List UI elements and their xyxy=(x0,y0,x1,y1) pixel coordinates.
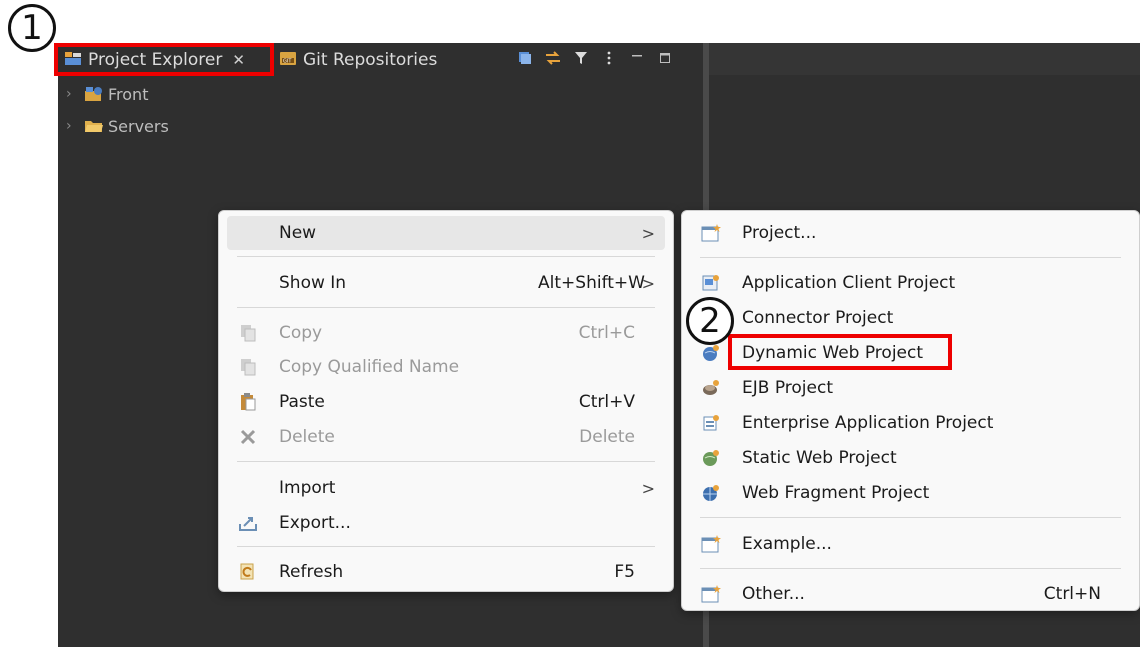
collapse-all-icon[interactable] xyxy=(516,49,534,67)
menu-item-label: Import xyxy=(279,478,336,498)
menu-item-import[interactable]: Import > xyxy=(227,471,665,505)
menu-item-label: New xyxy=(279,223,317,243)
web-project-icon xyxy=(84,86,104,102)
eclipse-workbench: Project Explorer ✕ GIT Git Repositories … xyxy=(0,0,1140,647)
view-toolbar xyxy=(516,47,674,69)
menu-item-label: Web Fragment Project xyxy=(742,483,930,503)
accelerator: Delete xyxy=(579,427,635,447)
menu-item-label: Enterprise Application Project xyxy=(742,413,994,433)
static-web-project-icon xyxy=(700,447,722,469)
menu-item-label: Application Client Project xyxy=(742,273,956,293)
ejb-project-icon xyxy=(700,377,722,399)
submenu-item-ejb-project[interactable]: EJB Project xyxy=(690,371,1131,405)
link-with-editor-icon[interactable] xyxy=(544,49,562,67)
copy-icon xyxy=(237,322,259,344)
accelerator: F5 xyxy=(614,562,635,582)
menu-item-label: Connector Project xyxy=(742,308,894,328)
chevron-right-icon[interactable]: › xyxy=(66,86,84,102)
submenu-item-enterprise-application-project[interactable]: Enterprise Application Project xyxy=(690,406,1131,440)
new-other-icon xyxy=(700,583,722,605)
accelerator: Ctrl+V xyxy=(578,392,635,412)
menu-item-label: Refresh xyxy=(279,562,344,582)
menu-separator xyxy=(700,257,1121,258)
menu-item-show-in[interactable]: Show In Alt+Shift+W > xyxy=(227,266,665,300)
new-project-icon xyxy=(700,222,722,244)
menu-separator xyxy=(237,546,655,547)
application-client-project-icon xyxy=(700,272,722,294)
menu-separator xyxy=(237,307,655,308)
menu-separator xyxy=(700,517,1121,518)
menu-item-new[interactable]: New > xyxy=(227,216,665,250)
filter-icon[interactable] xyxy=(572,49,590,67)
menu-item-label: Show In xyxy=(279,273,347,293)
menu-separator xyxy=(237,256,655,257)
chevron-right-icon: > xyxy=(641,223,655,243)
folder-icon xyxy=(84,118,104,134)
tab-git-repositories[interactable]: GIT Git Repositories xyxy=(279,46,437,74)
menu-item-delete[interactable]: Delete Delete xyxy=(227,420,665,454)
editor-area-header xyxy=(709,43,1140,75)
step-badge-2: 2 xyxy=(686,297,734,345)
new-example-icon xyxy=(700,533,722,555)
new-submenu: Project... Application Client Project Co… xyxy=(681,210,1140,611)
menu-item-label: Copy Qualified Name xyxy=(279,357,460,377)
svg-text:GIT: GIT xyxy=(283,58,292,64)
submenu-item-static-web-project[interactable]: Static Web Project xyxy=(690,441,1131,475)
step-badge-1: 1 xyxy=(8,4,56,52)
copy-qualified-name-icon xyxy=(237,356,259,378)
highlight-box-dynamic-web-project xyxy=(728,334,952,370)
tree-item-label: Servers xyxy=(108,116,169,136)
submenu-item-project[interactable]: Project... xyxy=(690,216,1131,250)
menu-item-copy-qualified-name[interactable]: Copy Qualified Name xyxy=(227,350,665,384)
accelerator: Ctrl+N xyxy=(1043,584,1101,604)
maximize-icon[interactable] xyxy=(656,49,674,67)
view-menu-icon[interactable] xyxy=(600,49,618,67)
web-fragment-project-icon xyxy=(700,482,722,504)
accelerator: Alt+Shift+W xyxy=(538,273,645,293)
menu-item-export[interactable]: Export... xyxy=(227,506,665,540)
menu-item-label: Project... xyxy=(742,223,817,243)
menu-item-label: Delete xyxy=(279,427,335,447)
menu-separator xyxy=(700,568,1121,569)
menu-item-copy[interactable]: Copy Ctrl+C xyxy=(227,316,665,350)
git-repositories-icon: GIT xyxy=(279,49,297,72)
tree-item-label: Front xyxy=(108,84,149,104)
menu-item-label: Paste xyxy=(279,392,325,412)
submenu-item-connector-project[interactable]: Connector Project xyxy=(690,301,1131,335)
submenu-item-web-fragment-project[interactable]: Web Fragment Project xyxy=(690,476,1131,510)
accelerator: Ctrl+C xyxy=(578,323,635,343)
menu-item-paste[interactable]: Paste Ctrl+V xyxy=(227,385,665,419)
chevron-right-icon: > xyxy=(641,478,655,498)
paste-icon xyxy=(237,391,259,413)
menu-item-label: Other... xyxy=(742,584,805,604)
dynamic-web-project-icon xyxy=(700,342,722,364)
highlight-box-project-explorer xyxy=(54,43,274,76)
delete-icon xyxy=(237,426,259,448)
menu-item-label: Export... xyxy=(279,513,351,533)
menu-item-label: EJB Project xyxy=(742,378,833,398)
context-menu: New > Show In Alt+Shift+W > Copy Ctrl+C … xyxy=(218,210,674,592)
submenu-item-example[interactable]: Example... xyxy=(690,527,1131,561)
export-icon xyxy=(237,512,259,534)
menu-item-label: Static Web Project xyxy=(742,448,897,468)
menu-item-refresh[interactable]: Refresh F5 xyxy=(227,555,665,589)
tree-item-front[interactable]: › Front xyxy=(66,81,148,107)
menu-item-label: Copy xyxy=(279,323,323,343)
menu-item-label: Example... xyxy=(742,534,832,554)
submenu-item-application-client-project[interactable]: Application Client Project xyxy=(690,266,1131,300)
chevron-right-icon: > xyxy=(641,273,655,293)
refresh-icon xyxy=(237,561,259,583)
enterprise-application-project-icon xyxy=(700,412,722,434)
chevron-right-icon[interactable]: › xyxy=(66,118,84,134)
tab-git-repositories-label: Git Repositories xyxy=(303,50,438,70)
menu-separator xyxy=(237,461,655,462)
tree-item-servers[interactable]: › Servers xyxy=(66,113,169,139)
minimize-icon[interactable] xyxy=(628,49,646,67)
submenu-item-other[interactable]: Other... Ctrl+N xyxy=(690,577,1131,611)
